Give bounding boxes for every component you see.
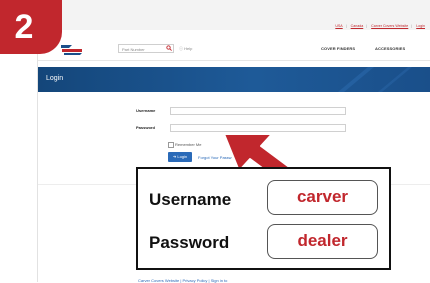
top-links: USA | Canada | Carver Covers Website | Logi… <box>335 24 425 28</box>
login-button[interactable]: ➔ Login <box>168 152 192 162</box>
top-link-canada[interactable]: Canada <box>351 24 364 28</box>
callout-password-label: Password <box>149 233 230 252</box>
login-banner: Login <box>38 67 430 92</box>
callout-password-value: dealer <box>267 224 378 259</box>
banner-pattern <box>338 67 412 92</box>
remember-me-checkbox[interactable] <box>168 142 174 148</box>
nav-accessories[interactable]: ACCESSORIES <box>375 46 405 51</box>
credentials-callout: Username carver Password dealer <box>136 167 391 270</box>
top-link-carver-covers-website[interactable]: Carver Covers Website <box>371 24 408 28</box>
nav-cover-finders[interactable]: COVER FINDERS <box>321 46 355 51</box>
username-label: Username <box>136 108 156 113</box>
forgot-password-link[interactable]: Forgot Your Passw <box>198 155 232 160</box>
top-link-usa[interactable]: USA <box>335 24 342 28</box>
site-header <box>38 38 430 61</box>
password-input[interactable] <box>170 124 346 132</box>
footer-links[interactable]: Carver Covers Website | Privacy Policy |… <box>138 278 227 283</box>
step-badge: 2 <box>0 0 62 54</box>
help-link[interactable]: ⓘ Help <box>179 46 192 52</box>
step-number: 2 <box>14 8 34 46</box>
top-link-login[interactable]: Login <box>416 24 425 28</box>
remember-me-label: Remember Me <box>175 142 202 147</box>
search-icon[interactable] <box>166 45 172 51</box>
username-input[interactable] <box>170 107 346 115</box>
callout-username-label: Username <box>149 190 232 209</box>
carver-logo[interactable] <box>60 42 84 56</box>
password-label: Password <box>136 125 155 130</box>
page-title: Login <box>46 75 64 82</box>
callout-username-value: carver <box>267 180 378 215</box>
